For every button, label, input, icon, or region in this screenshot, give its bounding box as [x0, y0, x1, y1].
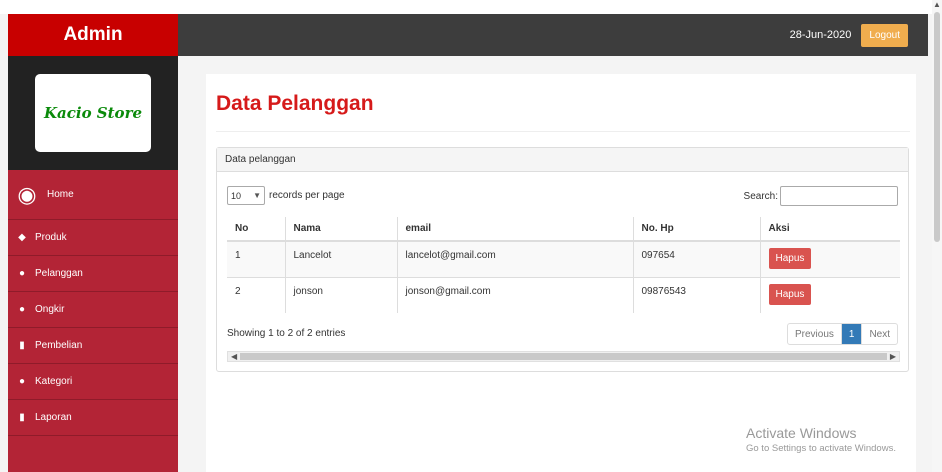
cell-nama: Lancelot	[284, 240, 397, 277]
chevron-down-icon: ▼	[253, 191, 261, 200]
dashboard-icon: ◉	[17, 181, 37, 207]
logout-button[interactable]: Logout	[861, 23, 908, 47]
sidebar-item-label: Ongkir	[35, 304, 65, 315]
search-control: Search:	[744, 186, 898, 206]
sidebar-item-pelanggan[interactable]: ● Pelanggan	[8, 256, 178, 292]
sidebar-item-label: Kategori	[35, 376, 73, 387]
customer-table: No Nama email No. Hp Aksi 1 Lancelot lan…	[227, 217, 900, 313]
cell-nama: jonson	[284, 276, 397, 313]
records-per-page-value: 10	[231, 190, 242, 201]
chevron-left-icon[interactable]: ◀	[228, 352, 240, 361]
store-logo-text: Kacio Store	[43, 104, 143, 122]
sidebar-item-label: Pelanggan	[35, 268, 83, 279]
store-logo: Kacio Store	[35, 74, 151, 152]
horizontal-scrollbar[interactable]: ◀ ▶	[227, 351, 900, 362]
sidebar-item-label: Pembelian	[35, 340, 83, 351]
cell-no: 1	[227, 240, 285, 277]
cell-email: jonson@gmail.com	[396, 276, 633, 313]
sidebar-item-pembelian[interactable]: ▮ Pembelian	[8, 328, 178, 364]
next-page-button[interactable]: Next	[861, 324, 897, 344]
sidebar-item-label: Produk	[35, 232, 67, 243]
sidebar-item-home[interactable]: ◉ Home	[8, 170, 178, 220]
cell-aksi: Hapus	[759, 276, 900, 313]
title-divider	[216, 131, 910, 132]
file-icon: ▮	[19, 340, 25, 351]
chevron-up-icon[interactable]: ▲	[933, 0, 941, 9]
table-info: Showing 1 to 2 of 2 entries	[227, 328, 346, 339]
sidebar-item-laporan[interactable]: ▮ Laporan	[8, 400, 178, 436]
column-header-hp[interactable]: No. Hp	[632, 217, 760, 242]
column-header-email[interactable]: email	[396, 217, 633, 242]
cell-hp: 09876543	[632, 276, 760, 313]
previous-page-button[interactable]: Previous	[788, 324, 842, 344]
top-bar: 28-Jun-2020 Logout	[178, 14, 928, 56]
cell-email: lancelot@gmail.com	[396, 240, 633, 277]
table-header-row: No Nama email No. Hp Aksi	[227, 217, 900, 242]
sidebar-item-kategori[interactable]: ● Kategori	[8, 364, 178, 400]
table-row: 1 Lancelot lancelot@gmail.com 097654 Hap…	[227, 240, 900, 277]
cell-aksi: Hapus	[759, 240, 900, 277]
watermark-subtitle: Go to Settings to activate Windows.	[746, 443, 896, 454]
length-control: 10 ▼ records per page	[227, 186, 345, 205]
customer-card: Data pelanggan 10 ▼ records per page Sea…	[216, 147, 909, 372]
records-per-page-select[interactable]: 10 ▼	[227, 186, 265, 205]
chevron-right-icon[interactable]: ▶	[887, 352, 899, 361]
sidebar-item-ongkir[interactable]: ● Ongkir	[8, 292, 178, 328]
logo-area: Kacio Store	[8, 56, 178, 170]
delete-button[interactable]: Hapus	[768, 248, 812, 269]
sidebar-item-produk[interactable]: ◆ Produk	[8, 220, 178, 256]
column-header-nama[interactable]: Nama	[284, 217, 397, 242]
table-row: 2 jonson jonson@gmail.com 09876543 Hapus	[227, 276, 900, 313]
file-icon: ▮	[19, 412, 25, 423]
scrollbar-thumb[interactable]	[240, 353, 887, 360]
column-header-aksi[interactable]: Aksi	[759, 217, 900, 242]
current-date: 28-Jun-2020	[789, 29, 852, 41]
sidebar-item-label: Home	[47, 189, 74, 200]
pagination: Previous 1 Next	[786, 323, 898, 345]
cell-no: 2	[227, 276, 285, 313]
window-top-strip	[0, 0, 942, 14]
cube-icon: ◆	[18, 232, 26, 243]
brand-title[interactable]: Admin	[8, 14, 178, 56]
watermark-title: Activate Windows	[746, 425, 857, 441]
card-title: Data pelanggan	[217, 148, 908, 172]
search-label: Search:	[743, 190, 778, 202]
cell-hp: 097654	[632, 240, 760, 277]
page-button-current[interactable]: 1	[841, 324, 862, 344]
users-icon: ●	[18, 268, 26, 279]
page-title: Data Pelanggan	[216, 92, 374, 115]
delete-button[interactable]: Hapus	[768, 283, 812, 305]
activation-watermark: Activate Windows Go to Settings to activ…	[746, 425, 896, 454]
sidebar: Kacio Store ◉ Home ◆ Produk ● Pelanggan …	[8, 56, 178, 472]
sidebar-item-label: Laporan	[35, 412, 72, 423]
column-header-no[interactable]: No	[227, 217, 285, 242]
search-input[interactable]	[780, 186, 898, 206]
vertical-scrollbar[interactable]: ▲	[932, 0, 942, 472]
records-per-page-label: records per page	[269, 190, 345, 201]
truck-icon: ●	[18, 304, 26, 315]
tags-icon: ●	[18, 376, 26, 387]
scrollbar-thumb[interactable]	[934, 12, 940, 242]
main-panel: Data Pelanggan Data pelanggan 10 ▼ recor…	[206, 74, 916, 472]
